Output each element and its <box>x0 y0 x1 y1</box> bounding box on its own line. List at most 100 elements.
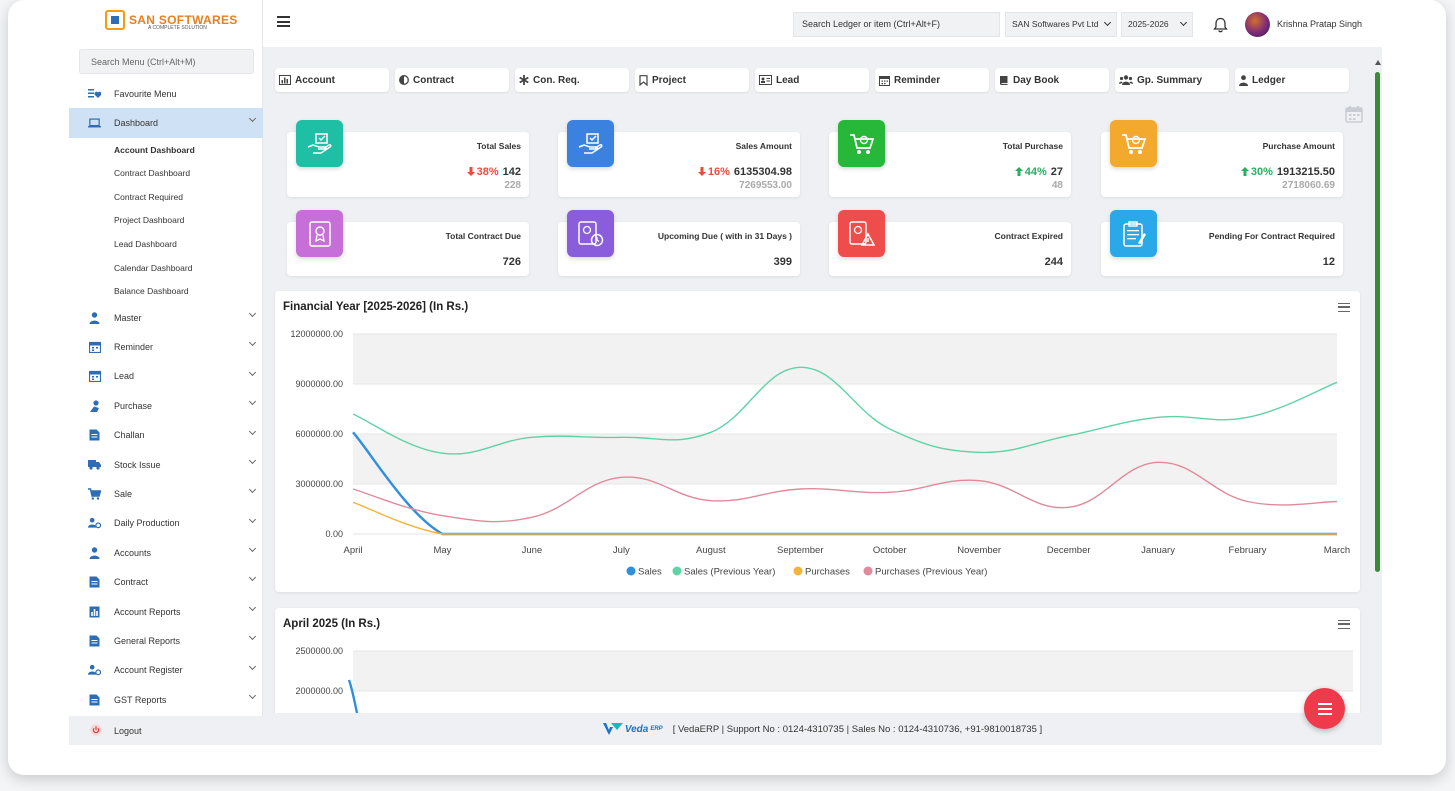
y-tick-label: 3000000.00 <box>295 479 343 489</box>
sidebar-item-purchase[interactable]: Purchase <box>69 391 263 420</box>
vertical-scrollbar[interactable] <box>1375 72 1380 572</box>
summary-card[interactable]: Total Sales 38% 142 228 <box>287 120 529 197</box>
app-root: SAN SOFTWARES A COMPLETE SOLUTION Search… <box>69 0 1382 745</box>
sidebar-item-reminder[interactable]: Reminder <box>69 332 263 361</box>
submenu-account-dashboard[interactable]: Account Dashboard <box>69 138 263 162</box>
card-percent: 30% <box>1250 166 1273 178</box>
chevron-down-icon <box>248 368 257 376</box>
book-icon <box>999 75 1009 86</box>
bell-icon[interactable] <box>1213 17 1228 37</box>
card-value: 244 <box>1044 256 1063 268</box>
legend-label: Sales (Previous Year) <box>684 567 775 578</box>
hamburger-menu-icon[interactable] <box>277 16 290 27</box>
sidebar-item-lead[interactable]: Lead <box>69 362 263 391</box>
sidebar-module-list: Master Reminder Lead Purchase Challan St… <box>69 303 263 714</box>
users-icon <box>88 664 101 677</box>
tab-project[interactable]: Project <box>635 68 749 92</box>
sidebar-item-favourite[interactable]: Favourite Menu <box>69 79 263 108</box>
y-tick-label: 0.00 <box>325 529 343 539</box>
card-title: Total Contract Due <box>445 231 521 241</box>
monthly-chart: April 2025 (In Rs.) 2500000.00 2000000.00 <box>275 608 1360 718</box>
footer-contact: [ VedaERP | Support No : 0124-4310735 | … <box>672 723 1043 735</box>
sidebar-item-general-reports[interactable]: General Reports <box>69 626 263 655</box>
tab-label: Con. Req. <box>533 74 580 86</box>
card-value: 6135304.98 <box>733 166 792 178</box>
tab-reminder[interactable]: Reminder <box>875 68 989 92</box>
tab-gp-summary[interactable]: Gp. Summary <box>1115 68 1229 92</box>
dashboard-tabs: Account Contract Con. Req. Project Lead Remin… <box>275 68 1349 92</box>
submenu-contract-dashboard[interactable]: Contract Dashboard <box>69 161 263 185</box>
sidebar-item-account-register[interactable]: Account Register <box>69 656 263 685</box>
sidebar-item-stock-issue[interactable]: Stock Issue <box>69 450 263 479</box>
sidebar-item-label: GST Reports <box>114 694 167 705</box>
submenu-contract-required[interactable]: Contract Required <box>69 185 263 209</box>
chevron-down-icon <box>248 603 257 611</box>
sidebar-item-dashboard[interactable]: Dashboard <box>69 108 263 138</box>
x-tick-label: December <box>1047 545 1091 556</box>
user-icon <box>88 311 101 324</box>
menu-icon <box>1317 702 1332 715</box>
tab-ledger[interactable]: Ledger <box>1235 68 1349 92</box>
sidebar-item-label: Lead <box>114 371 135 382</box>
veda-erp-logo: Veda ERP <box>602 722 663 736</box>
x-tick-label: June <box>522 545 543 556</box>
submenu-calendar-dashboard[interactable]: Calendar Dashboard <box>69 256 263 280</box>
summary-card[interactable]: Pending For Contract Required 12 <box>1101 210 1343 276</box>
sidebar-item-contract[interactable]: Contract <box>69 567 263 596</box>
avatar[interactable] <box>1245 12 1270 37</box>
sidebar-item-sale[interactable]: Sale <box>69 479 263 508</box>
x-tick-label: February <box>1229 545 1267 556</box>
financial-year-chart: Financial Year [2025-2026] (In Rs.) 1200… <box>275 291 1360 592</box>
submenu-balance-dashboard[interactable]: Balance Dashboard <box>69 279 263 303</box>
card-value: 27 <box>1050 166 1063 178</box>
summary-card[interactable]: Upcoming Due ( with in 31 Days ) 399 <box>558 210 800 276</box>
card-previous-value: 2718060.69 <box>1282 180 1335 191</box>
grid-band <box>353 651 1353 691</box>
veda-brand: Veda <box>624 723 649 735</box>
tab-day-book[interactable]: Day Book <box>995 68 1109 92</box>
chevron-down-icon <box>248 515 257 523</box>
tab-lead[interactable]: Lead <box>755 68 869 92</box>
tab-account[interactable]: Account <box>275 68 389 92</box>
summary-card[interactable]: Purchase Amount 30% 1913215.50 2718060.69 <box>1101 120 1343 197</box>
sidebar-item-daily-production[interactable]: Daily Production <box>69 509 263 538</box>
user-name[interactable]: Krishna Pratap Singh <box>1277 19 1362 29</box>
menu-search-input[interactable]: Search Menu (Ctrl+Alt+M) <box>79 49 254 74</box>
card-previous-value: 7269553.00 <box>739 180 792 191</box>
sidebar-nav: Favourite Menu Dashboard Account Dashboa… <box>69 79 263 714</box>
floating-menu-button[interactable] <box>1304 688 1345 729</box>
submenu-lead-dashboard[interactable]: Lead Dashboard <box>69 232 263 256</box>
calendar-icon[interactable] <box>1345 105 1363 127</box>
sidebar-item-label: Sale <box>114 488 133 499</box>
tab-con-req[interactable]: Con. Req. <box>515 68 629 92</box>
card-previous-value: 228 <box>504 180 521 191</box>
sidebar-item-master[interactable]: Master <box>69 303 263 332</box>
certificate-icon <box>296 210 343 257</box>
sidebar: SAN SOFTWARES A COMPLETE SOLUTION Search… <box>69 0 263 745</box>
summary-card[interactable]: Total Contract Due 726 <box>287 210 529 276</box>
summary-card[interactable]: Total Purchase 44% 27 48 <box>829 120 1071 197</box>
submenu-project-dashboard[interactable]: Project Dashboard <box>69 209 263 233</box>
sidebar-item-label: Contract <box>114 577 149 588</box>
ledger-search-input[interactable]: Search Ledger or item (Ctrl+Alt+F) <box>793 12 1000 37</box>
arrow-up-icon <box>1014 166 1025 178</box>
company-select[interactable]: SAN Softwares Pvt Ltd <box>1005 12 1117 37</box>
summary-card[interactable]: Contract Expired 244 <box>829 210 1071 276</box>
logout-button[interactable]: Logout <box>69 716 263 745</box>
sidebar-item-gst-reports[interactable]: GST Reports <box>69 685 263 714</box>
summary-card[interactable]: Sales Amount 16% 6135304.98 7269553.00 <box>558 120 800 197</box>
sidebar-item-accounts[interactable]: Accounts <box>69 538 263 567</box>
cart-icon <box>838 120 885 167</box>
scroll-up-icon[interactable] <box>1375 60 1381 65</box>
chevron-down-icon <box>248 633 257 641</box>
company-select-value: SAN Softwares Pvt Ltd <box>1012 19 1099 29</box>
tab-contract[interactable]: Contract <box>395 68 509 92</box>
logo-tagline: A COMPLETE SOLUTION <box>148 25 207 31</box>
sidebar-item-challan[interactable]: Challan <box>69 421 263 450</box>
legend-label: Sales <box>638 567 662 578</box>
card-title: Upcoming Due ( with in 31 Days ) <box>657 231 792 241</box>
sidebar-item-account-reports[interactable]: Account Reports <box>69 597 263 626</box>
sidebar-item-label: Account Register <box>114 665 183 676</box>
year-select[interactable]: 2025-2026 <box>1121 12 1193 37</box>
app-window: SAN SOFTWARES A COMPLETE SOLUTION Search… <box>8 0 1446 775</box>
